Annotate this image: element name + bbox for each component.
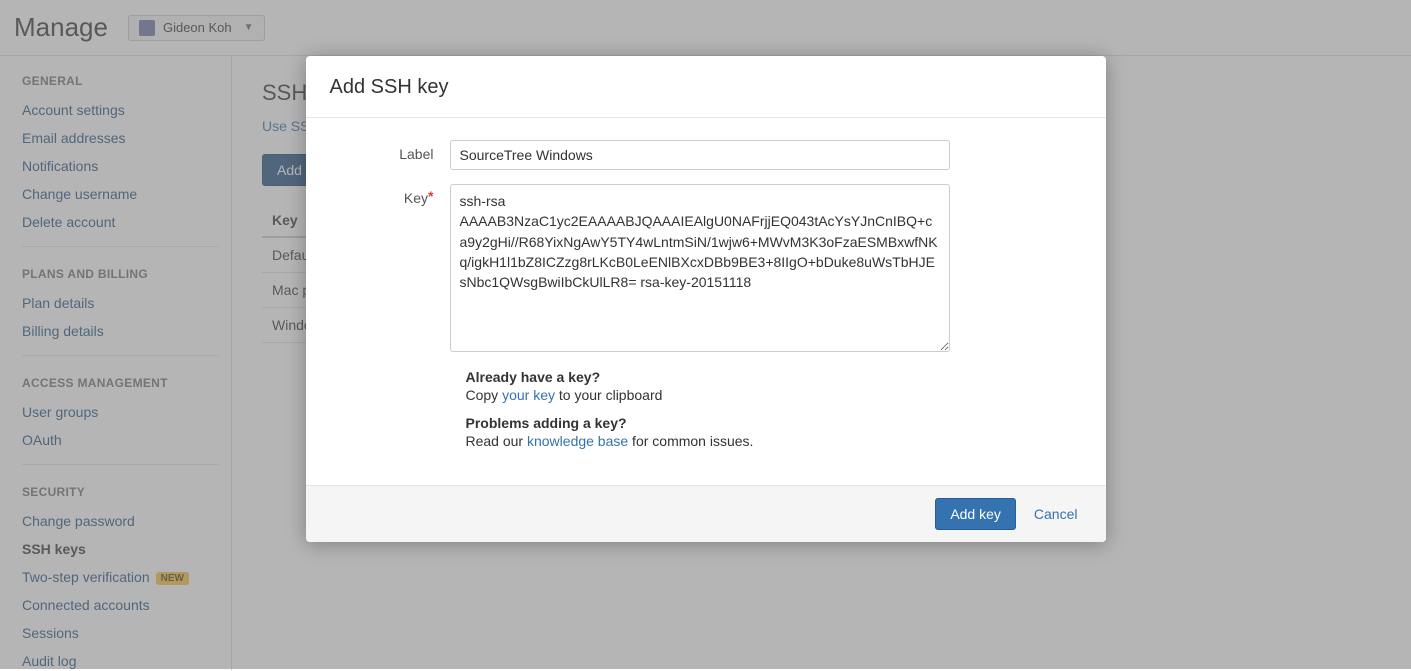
your-key-link[interactable]: your key [502,387,555,403]
problems-heading: Problems adding a key? [466,415,1082,431]
modal-overlay: Add SSH key Label Key* ssh-rsa AAAAB3Nza… [0,0,1411,669]
label-input[interactable] [450,140,950,170]
label-field-label: Label [330,140,450,162]
key-textarea[interactable]: ssh-rsa AAAAB3NzaC1yc2EAAAABJQAAAIEAlgU0… [450,184,950,352]
modal-title: Add SSH key [330,76,1082,99]
add-ssh-key-modal: Add SSH key Label Key* ssh-rsa AAAAB3Nza… [306,56,1106,542]
key-field-label: Key* [330,184,450,206]
modal-header: Add SSH key [306,56,1106,118]
knowledge-base-link[interactable]: knowledge base [527,433,628,449]
modal-add-key-button[interactable]: Add key [935,498,1016,530]
already-have-heading: Already have a key? [466,369,1082,385]
modal-footer: Add key Cancel [306,485,1106,542]
modal-cancel-button[interactable]: Cancel [1024,498,1088,530]
